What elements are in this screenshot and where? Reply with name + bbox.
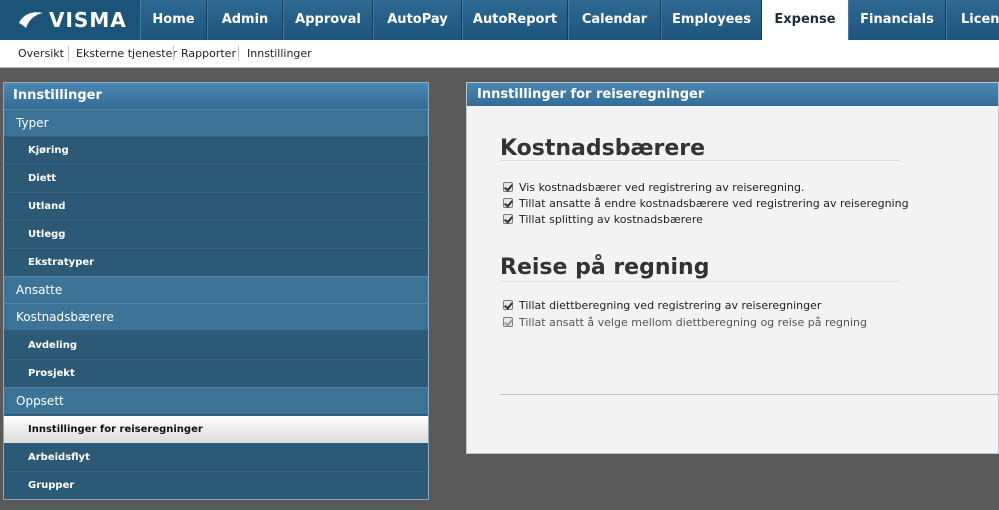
checkbox-label: Tillat ansatt å velge mellom diettberegn… xyxy=(519,316,867,329)
section-divider xyxy=(500,281,900,282)
checkbox-tillat-velge-diettberegning-reise: Tillat ansatt å velge mellom diettberegn… xyxy=(503,316,867,329)
tab-home[interactable]: Home xyxy=(140,0,207,40)
sidebar-item-avdeling[interactable]: Avdeling xyxy=(4,331,428,359)
subnav-divider xyxy=(68,46,69,61)
tab-financials[interactable]: Financials xyxy=(848,0,946,40)
sidebar-item-kjoring[interactable]: Kjøring xyxy=(4,136,428,164)
content-bottom-divider xyxy=(500,394,998,395)
tab-autoreport[interactable]: AutoReport xyxy=(462,0,568,40)
checkbox-checked-disabled-icon xyxy=(503,317,513,327)
checkbox-label: Tillat splitting av kostnadsbærere xyxy=(519,213,703,226)
tab-expense[interactable]: Expense xyxy=(762,0,848,40)
sidebar-section-oppsett[interactable]: Oppsett xyxy=(4,387,428,414)
checkbox-checked-icon[interactable] xyxy=(503,214,513,224)
sidebar-item-utlegg[interactable]: Utlegg xyxy=(4,220,428,248)
sidebar-item-prosjekt[interactable]: Prosjekt xyxy=(4,359,428,387)
checkbox-label: Tillat ansatte å endre kostnadsbærere ve… xyxy=(519,197,909,210)
panel-title: Innstillinger for reiseregninger xyxy=(467,83,998,106)
checkbox-vis-kostnadsbaerer[interactable]: Vis kostnadsbærer ved registrering av re… xyxy=(503,181,804,194)
tab-autopay[interactable]: AutoPay xyxy=(373,0,462,40)
subnav-eksterne-tjenester[interactable]: Eksterne tjenester xyxy=(76,47,177,60)
sidebar-title: Innstillinger xyxy=(4,83,428,109)
settings-content-panel: Innstillinger for reiseregninger Kostnad… xyxy=(466,82,999,454)
sidebar-item-utland[interactable]: Utland xyxy=(4,192,428,220)
visma-swoosh-icon xyxy=(19,12,43,28)
checkbox-checked-icon[interactable] xyxy=(503,198,513,208)
settings-sidebar: Innstillinger Typer Kjøring Diett Utland… xyxy=(3,82,429,500)
checkbox-tillat-splitting[interactable]: Tillat splitting av kostnadsbærere xyxy=(503,213,703,226)
tab-employees[interactable]: Employees xyxy=(661,0,762,40)
checkbox-tillat-diettberegning[interactable]: Tillat diettberegning ved registrering a… xyxy=(503,299,821,312)
section-heading-kostnadsbaerere: Kostnadsbærere xyxy=(500,136,706,161)
sidebar-section-typer[interactable]: Typer xyxy=(4,109,428,136)
logo-text: VISMA xyxy=(49,8,127,32)
section-divider xyxy=(500,160,900,161)
sidebar-section-kostnadsbaerere[interactable]: Kostnadsbærere xyxy=(4,303,428,330)
checkbox-label: Tillat diettberegning ved registrering a… xyxy=(519,299,822,312)
visma-logo[interactable]: VISMA xyxy=(0,0,140,40)
subnav-divider xyxy=(238,46,239,61)
sidebar-item-arbeidsflyt[interactable]: Arbeidsflyt xyxy=(4,443,428,471)
top-navigation: VISMA Home Admin Approval AutoPay AutoRe… xyxy=(0,0,999,40)
sidebar-item-diett[interactable]: Diett xyxy=(4,164,428,192)
tab-calendar[interactable]: Calendar xyxy=(568,0,661,40)
sidebar-item-grupper[interactable]: Grupper xyxy=(4,471,428,499)
sidebar-section-ansatte[interactable]: Ansatte xyxy=(4,276,428,303)
subnav-oversikt[interactable]: Oversikt xyxy=(18,47,64,60)
section-heading-reise-pa-regning: Reise på regning xyxy=(500,255,710,280)
sidebar-item-innstillinger-for-reiseregninger[interactable]: Innstillinger for reiseregninger xyxy=(4,415,428,443)
tab-approval[interactable]: Approval xyxy=(283,0,373,40)
sub-navigation: Oversikt Eksterne tjenester Rapporter In… xyxy=(0,40,999,68)
sidebar-item-ekstratyper[interactable]: Ekstratyper xyxy=(4,248,428,276)
subnav-innstillinger[interactable]: Innstillinger xyxy=(247,47,312,60)
checkbox-label: Vis kostnadsbærer ved registrering av re… xyxy=(519,181,805,194)
checkbox-checked-icon[interactable] xyxy=(503,300,513,310)
subnav-divider xyxy=(173,46,174,61)
tab-admin[interactable]: Admin xyxy=(207,0,283,40)
checkbox-checked-icon[interactable] xyxy=(503,182,513,192)
tab-licens[interactable]: Licens xyxy=(946,0,999,40)
subnav-rapporter[interactable]: Rapporter xyxy=(181,47,236,60)
checkbox-tillat-endre-kostnadsbaerere[interactable]: Tillat ansatte å endre kostnadsbærere ve… xyxy=(503,197,909,210)
